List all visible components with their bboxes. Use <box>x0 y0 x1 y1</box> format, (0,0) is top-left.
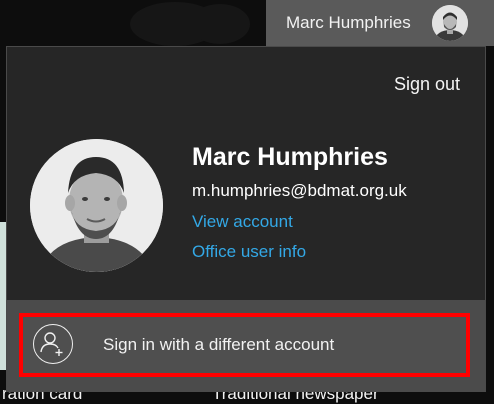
view-account-link[interactable]: View account <box>192 212 293 232</box>
account-name: Marc Humphries <box>286 13 411 32</box>
other-accounts-section: Sign in with a different account <box>7 300 485 392</box>
background-blob <box>190 4 250 44</box>
sign-out-link[interactable]: Sign out <box>394 74 460 95</box>
avatar <box>432 5 468 41</box>
add-person-icon <box>33 324 73 364</box>
profile-photo <box>30 139 163 272</box>
user-display-name: Marc Humphries <box>192 143 388 171</box>
account-flyout: Sign out Marc Humphries m.humphries@bdma… <box>6 46 486 392</box>
account-manager-button[interactable]: Marc Humphries <box>266 0 494 46</box>
sign-in-different-account-button[interactable]: Sign in with a different account <box>19 313 470 377</box>
sign-in-different-account-label: Sign in with a different account <box>103 335 335 354</box>
office-user-info-link[interactable]: Office user info <box>192 242 306 262</box>
user-email: m.humphries@bdmat.org.uk <box>192 181 407 200</box>
